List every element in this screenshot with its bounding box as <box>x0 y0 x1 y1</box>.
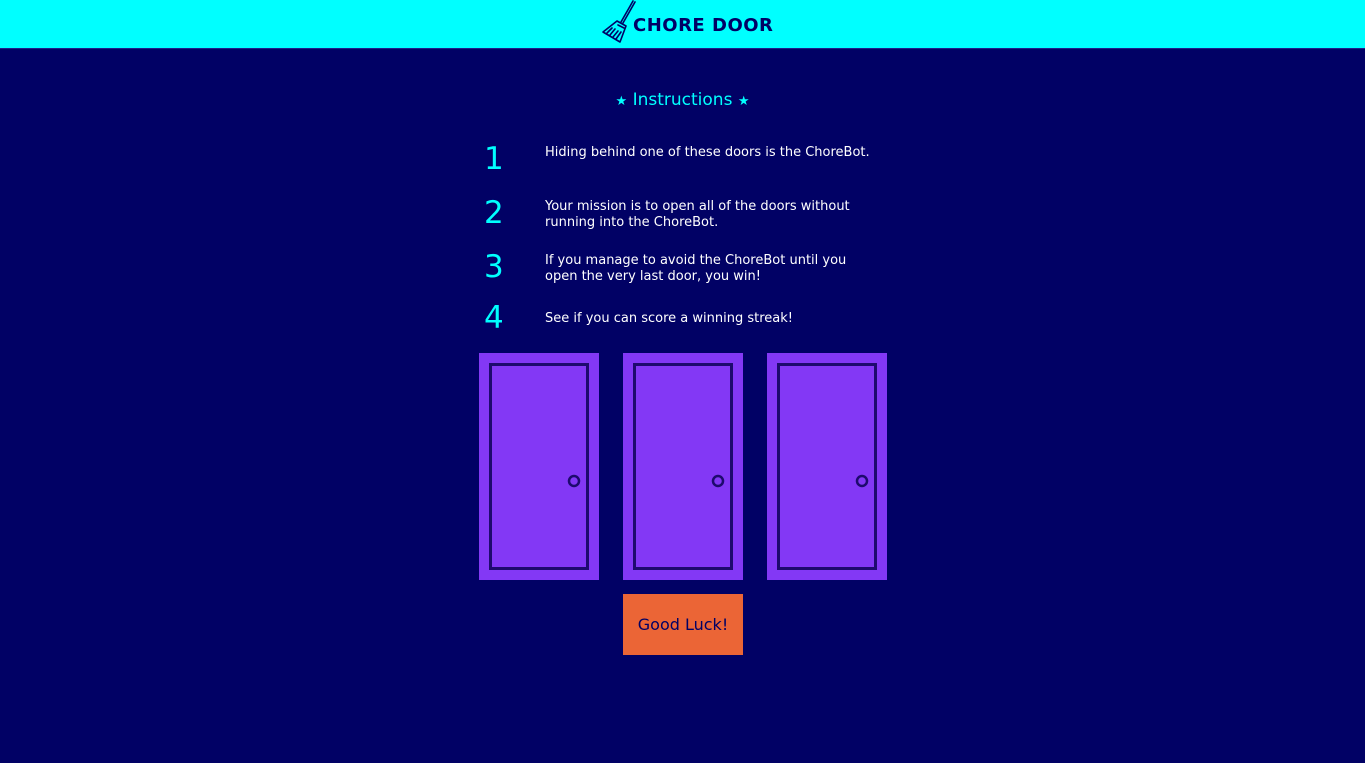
closed-door-icon <box>633 363 733 570</box>
door-2[interactable] <box>623 353 743 580</box>
app-title: CHORE DOOR <box>633 14 774 36</box>
instruction-number: 3 <box>484 249 504 285</box>
instructions-title: Instructions <box>632 90 733 110</box>
instruction-number: 1 <box>484 141 504 177</box>
door-1[interactable] <box>479 353 599 580</box>
good-luck-button[interactable]: Good Luck! <box>623 594 743 655</box>
instruction-text: Hiding behind one of these doors is the … <box>545 145 870 160</box>
header-bar: CHORE DOOR <box>0 0 1365 49</box>
instructions-heading: ★ Instructions ★ <box>0 90 1365 110</box>
closed-door-icon <box>777 363 877 570</box>
instruction-number: 2 <box>484 195 504 231</box>
star-icon: ★ <box>615 94 628 109</box>
door-3[interactable] <box>767 353 887 580</box>
instruction-text: Your mission is to open all of the doors… <box>545 199 850 230</box>
instruction-text: If you manage to avoid the ChoreBot unti… <box>545 253 847 284</box>
instruction-number: 4 <box>484 300 504 336</box>
star-icon: ★ <box>737 94 750 109</box>
instruction-text: See if you can score a winning streak! <box>545 311 793 326</box>
closed-door-icon <box>489 363 589 570</box>
broom-icon <box>602 0 636 43</box>
logo: CHORE DOOR <box>600 0 773 46</box>
